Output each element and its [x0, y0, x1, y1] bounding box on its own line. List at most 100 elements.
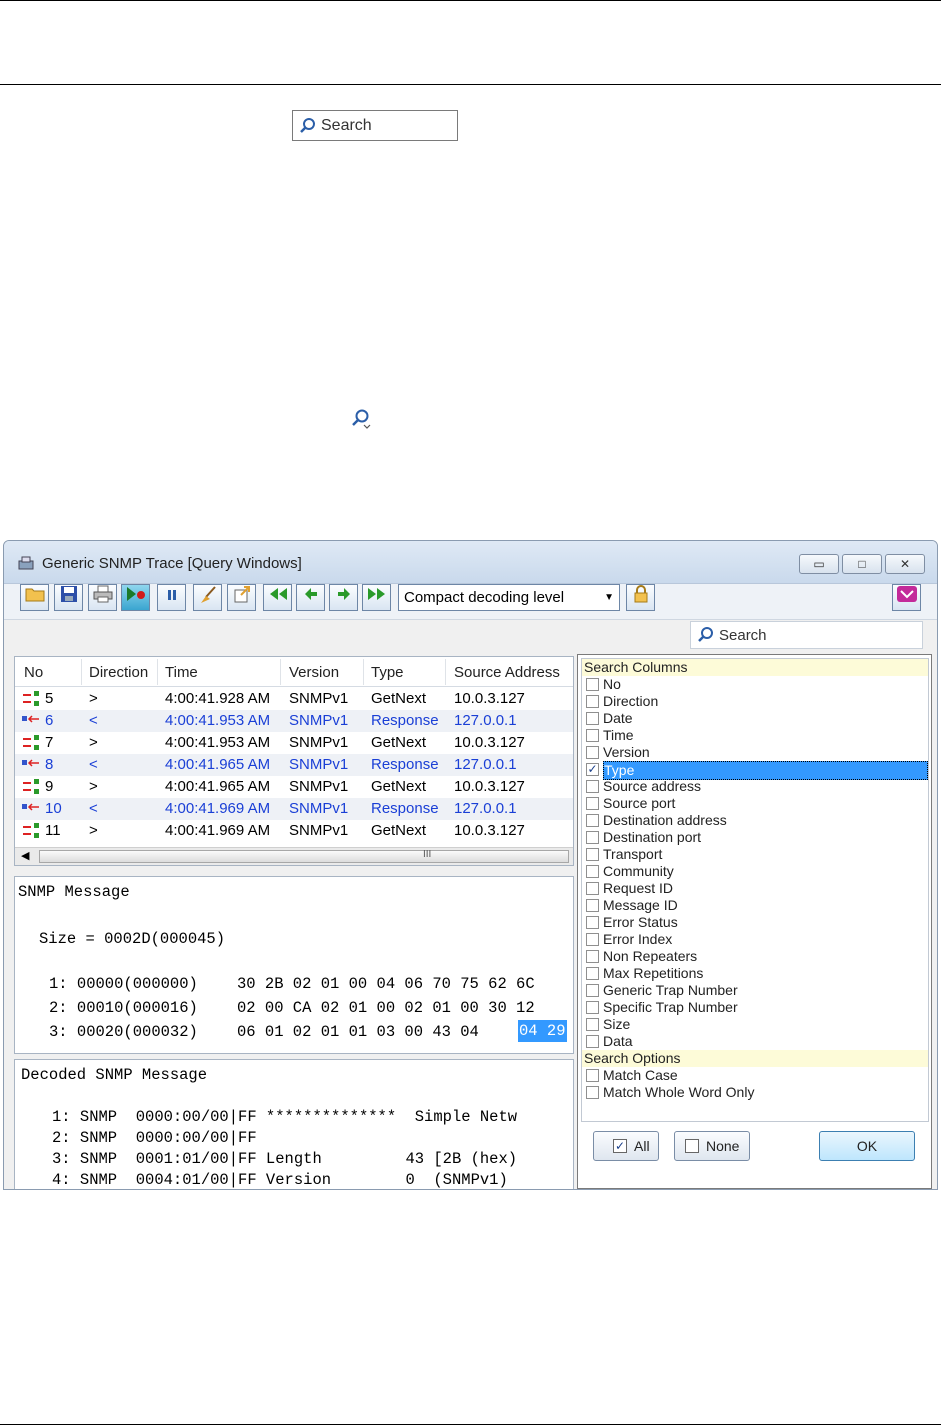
search-input[interactable]: Search [292, 110, 458, 141]
column-option-request-id[interactable]: Request ID [582, 880, 928, 897]
checkbox[interactable] [586, 729, 599, 742]
table-row[interactable]: 7 >4:00:41.953 AM SNMPv1 GetNext 10.0.3.127 [15, 732, 573, 754]
column-option-non-repeaters[interactable]: Non Repeaters [582, 948, 928, 965]
connection-button[interactable] [892, 584, 921, 611]
search-columns-popup: Search Columns No Direction Date Time Version… [577, 654, 932, 1189]
checkbox[interactable] [586, 712, 599, 725]
response-packet-icon [21, 712, 41, 730]
checkbox[interactable] [586, 1018, 599, 1031]
column-option-community[interactable]: Community [582, 863, 928, 880]
horizontal-scrollbar[interactable]: ◀ III [15, 847, 573, 865]
checkbox[interactable]: ✓ [586, 763, 599, 776]
print-button[interactable] [88, 584, 117, 611]
search-placeholder: Search [321, 116, 372, 134]
checkbox[interactable] [586, 695, 599, 708]
hex-line-bytes[interactable]: 02 00 CA 02 01 00 02 01 00 30 12 [237, 999, 535, 1017]
last-button[interactable] [362, 584, 391, 611]
column-option-size[interactable]: Size [582, 1016, 928, 1033]
checkbox[interactable] [586, 1035, 599, 1048]
hex-line-bytes[interactable]: 30 2B 02 01 00 04 06 70 75 62 6C [237, 975, 535, 993]
pause-button[interactable] [157, 584, 186, 611]
checkbox[interactable] [586, 916, 599, 929]
maximize-button[interactable]: □ [842, 554, 882, 574]
column-option-max-repetitions[interactable]: Max Repetitions [582, 965, 928, 982]
checkbox[interactable] [586, 746, 599, 759]
checkbox[interactable] [586, 984, 599, 997]
decoded-line[interactable]: 2: SNMP 0000:00/00|FF [52, 1129, 257, 1147]
column-option-date[interactable]: Date [582, 710, 928, 727]
table-row[interactable]: 6 <4:00:41.953 AM SNMPv1 Response 127.0.0.1 [15, 710, 573, 732]
previous-button[interactable] [296, 584, 325, 611]
column-option-generic-trap-number[interactable]: Generic Trap Number [582, 982, 928, 999]
next-button[interactable] [329, 584, 358, 611]
column-header-type[interactable]: Type [371, 664, 404, 681]
column-option-source-port[interactable]: Source port [582, 795, 928, 812]
row-number: 5 [45, 690, 54, 707]
save-button[interactable] [54, 584, 83, 611]
checkbox[interactable] [586, 831, 599, 844]
decoded-line[interactable]: 4: SNMP 0004:01/00|FF Version 0 (SNMPv1) [52, 1171, 508, 1189]
column-option-no[interactable]: No [582, 676, 928, 693]
open-folder-button[interactable] [20, 584, 49, 611]
column-option-type[interactable]: ✓ Type [582, 761, 928, 780]
checkbox[interactable] [586, 1001, 599, 1014]
ok-button[interactable]: OK [819, 1131, 915, 1161]
decoded-line[interactable]: 1: SNMP 0000:00/00|FF ************** Sim… [52, 1108, 517, 1126]
window-search-input[interactable]: Search [690, 621, 923, 649]
lock-button[interactable] [626, 584, 655, 611]
checkbox[interactable] [586, 1069, 599, 1082]
column-option-error-index[interactable]: Error Index [582, 931, 928, 948]
column-header-no[interactable]: No [24, 664, 43, 681]
decoded-line[interactable]: 3: SNMP 0001:01/00|FF Length 43 [2B (hex… [52, 1150, 517, 1168]
column-option-message-id[interactable]: Message ID [582, 897, 928, 914]
first-button[interactable] [263, 584, 292, 611]
checkbox[interactable] [586, 865, 599, 878]
column-option-error-status[interactable]: Error Status [582, 914, 928, 931]
table-row[interactable]: 9 >4:00:41.965 AM SNMPv1 GetNext 10.0.3.127 [15, 776, 573, 798]
checkbox[interactable] [586, 678, 599, 691]
column-option-specific-trap-number[interactable]: Specific Trap Number [582, 999, 928, 1016]
checkbox[interactable] [586, 950, 599, 963]
clear-button[interactable] [193, 584, 222, 611]
hex-selection[interactable]: 04 29 [518, 1020, 567, 1042]
column-option-data[interactable]: Data [582, 1033, 928, 1050]
all-button[interactable]: ✓ All [593, 1131, 659, 1161]
column-option-destination-port[interactable]: Destination port [582, 829, 928, 846]
table-row[interactable]: 5 >4:00:41.928 AM SNMPv1 GetNext 10.0.3.127 [15, 688, 573, 710]
column-option-transport[interactable]: Transport [582, 846, 928, 863]
export-button[interactable] [227, 584, 256, 611]
column-header-direction[interactable]: Direction [89, 664, 148, 681]
checkbox[interactable] [586, 899, 599, 912]
checkbox[interactable] [586, 797, 599, 810]
column-option-direction[interactable]: Direction [582, 693, 928, 710]
column-option-source-address[interactable]: Source address [582, 778, 928, 795]
table-row[interactable]: 8 <4:00:41.965 AM SNMPv1 Response 127.0.0.1 [15, 754, 573, 776]
checkbox[interactable] [586, 780, 599, 793]
column-header-version[interactable]: Version [289, 664, 339, 681]
column-header-source-address[interactable]: Source Address [454, 664, 560, 681]
hex-line-bytes[interactable]: 06 01 02 01 01 03 00 43 04 [237, 1023, 488, 1041]
column-option-destination-address[interactable]: Destination address [582, 812, 928, 829]
checkbox[interactable] [586, 882, 599, 895]
search-option-match-case[interactable]: Match Case [582, 1067, 928, 1084]
column-option-version[interactable]: Version [582, 744, 928, 761]
close-button[interactable]: ✕ [885, 554, 925, 574]
search-option-match-whole-word-only[interactable]: Match Whole Word Only [582, 1084, 928, 1101]
checkbox[interactable] [586, 967, 599, 980]
checkbox[interactable] [586, 933, 599, 946]
checkbox[interactable] [586, 814, 599, 827]
column-header-time[interactable]: Time [165, 664, 198, 681]
scroll-left-icon[interactable]: ◀ [21, 849, 29, 862]
record-button[interactable] [121, 584, 150, 611]
checkbox-label: Match Whole Word Only [603, 1084, 755, 1100]
decoding-level-select[interactable]: Compact decoding level ▼ [398, 584, 620, 611]
checkbox[interactable] [586, 848, 599, 861]
minimize-button[interactable]: ▭ [799, 554, 839, 574]
none-button[interactable]: None [674, 1131, 750, 1161]
checkbox[interactable] [586, 1086, 599, 1099]
decoding-level-value: Compact decoding level [404, 589, 565, 606]
scroll-thumb[interactable] [39, 850, 569, 863]
table-row[interactable]: 10 <4:00:41.969 AM SNMPv1 Response 127.0.0.1 [15, 798, 573, 820]
column-option-time[interactable]: Time [582, 727, 928, 744]
table-row[interactable]: 11 >4:00:41.969 AM SNMPv1 GetNext 10.0.3.127 [15, 820, 573, 842]
